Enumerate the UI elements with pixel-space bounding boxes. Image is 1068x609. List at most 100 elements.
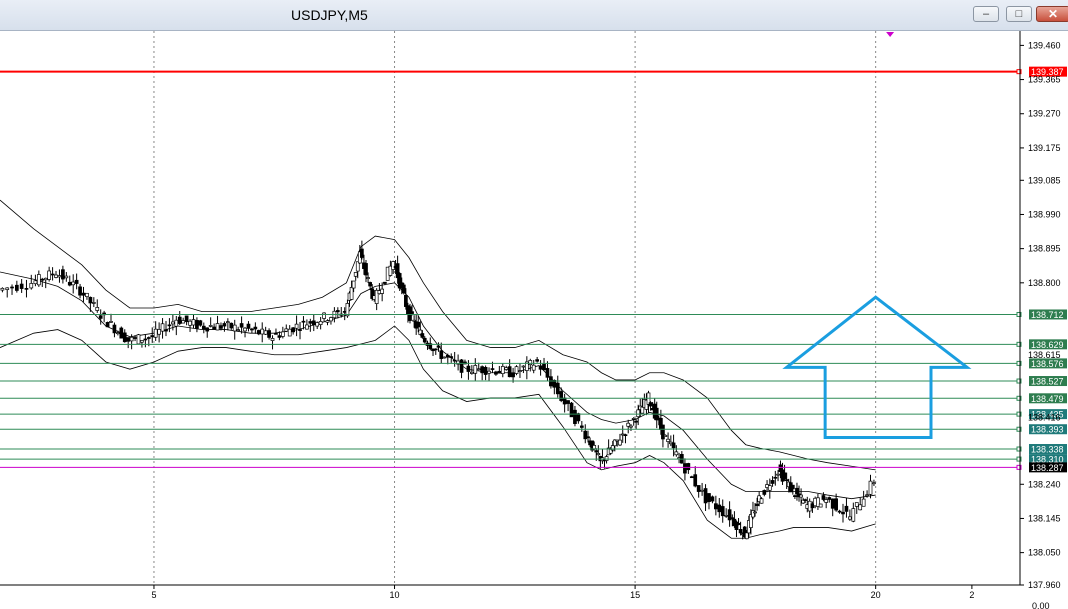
candle-body (140, 340, 144, 343)
candle-body (274, 333, 278, 335)
candle-body (47, 270, 51, 280)
candle-body (236, 329, 241, 331)
price-tag-label: 138.479 (1031, 394, 1064, 404)
candle-body (717, 504, 722, 513)
candle-body (821, 495, 826, 500)
candle-body (133, 337, 137, 339)
candle-body (243, 327, 247, 332)
candle-body (542, 363, 546, 371)
x-tick-label: 10 (390, 590, 400, 600)
candle-body (566, 400, 570, 404)
candle-body (753, 511, 757, 514)
candle-body (246, 323, 251, 329)
y-tick-label: 138.416 (1028, 413, 1061, 423)
candle-body (782, 472, 787, 479)
price-tag-label: 138.287 (1031, 463, 1064, 473)
candle-body (383, 281, 387, 284)
candle-body (452, 359, 457, 362)
candle-body (696, 485, 701, 492)
candle-body (5, 287, 10, 290)
candle-body (531, 364, 536, 371)
candle-body (666, 438, 670, 442)
candle-body (195, 320, 199, 329)
candle-body (40, 278, 45, 281)
candle-body (260, 328, 265, 335)
candle-body (105, 322, 110, 328)
candle-body (494, 371, 498, 375)
candle-body (827, 497, 832, 500)
candle-body (445, 354, 450, 358)
candle-body (576, 413, 581, 422)
candle-body (81, 292, 86, 296)
candle-body (824, 499, 829, 503)
price-tag-label: 138.629 (1031, 340, 1064, 350)
candle-body (239, 323, 244, 328)
candle-body (623, 434, 628, 437)
candle-body (287, 328, 292, 337)
candle-body (136, 334, 141, 345)
candle-body (686, 463, 691, 471)
candle-body (631, 418, 636, 420)
candle-body (521, 365, 526, 368)
candle-body (85, 292, 89, 297)
candle-body (364, 263, 368, 276)
candle-body (594, 450, 599, 453)
candle-body (250, 328, 254, 331)
candle-body (368, 282, 372, 287)
candle-body (150, 335, 155, 338)
candle-body (442, 356, 447, 359)
candle-body (634, 420, 638, 423)
candle-body (439, 350, 444, 359)
candle-body (535, 359, 539, 362)
candle-body (837, 510, 842, 513)
candle-body (270, 338, 275, 341)
candle-body (528, 360, 533, 366)
candle-body (24, 288, 29, 290)
candle-body (366, 277, 370, 279)
candle-body (736, 522, 741, 526)
candle-body (751, 510, 755, 518)
candle-body (291, 327, 295, 333)
y-tick-label: 138.615 (1028, 350, 1061, 360)
candle-body (335, 310, 340, 313)
y-tick-label: 138.050 (1028, 548, 1061, 558)
candle-body (790, 484, 795, 490)
y-tick-label: 138.895 (1028, 244, 1061, 254)
candle-body (770, 480, 775, 484)
candle-body (67, 281, 72, 286)
candle-body (325, 320, 330, 323)
price-chart[interactable]: 139.387138.712138.629138.576138.527138.4… (0, 0, 1068, 609)
candle-body (714, 503, 718, 510)
candle-body (188, 320, 192, 326)
candle-body (865, 494, 869, 497)
candle-body (545, 368, 550, 378)
candle-body (483, 366, 488, 375)
candle-body (57, 275, 62, 278)
candle-body (497, 370, 502, 374)
candle-body (518, 370, 522, 372)
candle-body (459, 359, 464, 373)
price-tag-label: 138.576 (1031, 359, 1064, 369)
candle-body (160, 323, 165, 332)
candle-body (167, 324, 172, 327)
candle-body (689, 476, 694, 479)
candle-body (74, 279, 79, 284)
candle-body (78, 286, 82, 296)
candle-body (298, 329, 302, 331)
candle-body (112, 324, 117, 334)
price-tag-label: 138.712 (1031, 310, 1064, 320)
candle-body (36, 274, 41, 286)
candle-body (507, 366, 512, 378)
y-tick-label: 138.145 (1028, 513, 1061, 523)
candle-body (755, 503, 759, 506)
candle-body (360, 248, 364, 258)
candle-body (470, 371, 474, 374)
candle-body (205, 327, 210, 332)
candle-body (793, 495, 797, 497)
candle-body (500, 366, 505, 374)
candle-body (88, 296, 93, 304)
y-tick-label: 139.270 (1028, 109, 1061, 119)
candle-body (10, 286, 14, 289)
candle-body (122, 332, 127, 343)
candle-body (256, 330, 261, 335)
